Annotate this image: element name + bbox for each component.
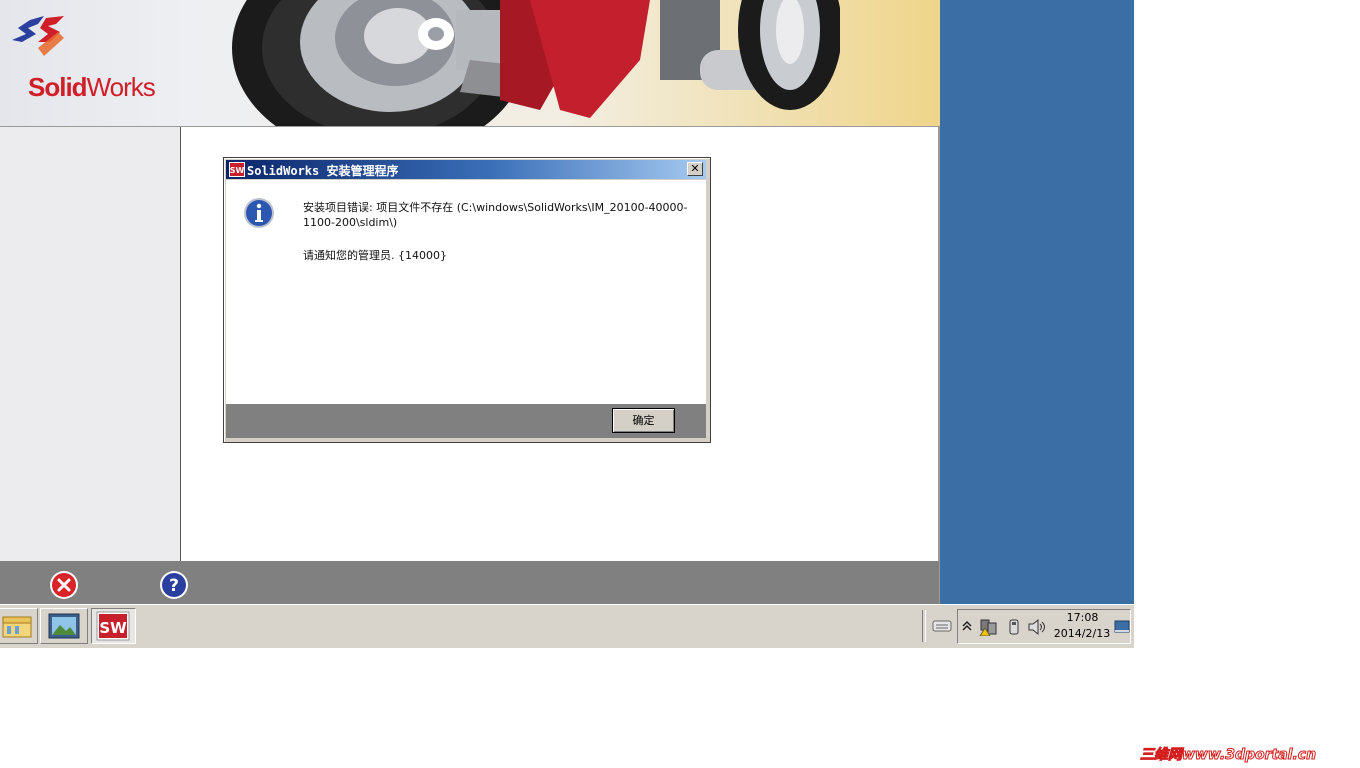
dialog-body: 安装项目错误: 项目文件不存在 (C:\windows\SolidWorks\I… (226, 180, 706, 404)
cancel-x-icon[interactable] (49, 570, 79, 600)
dialog-message: 安装项目错误: 项目文件不存在 (C:\windows\SolidWorks\I… (303, 201, 688, 229)
installer-bottom-bar: ? (0, 561, 939, 604)
dialog-footer: 确定 (226, 404, 706, 438)
show-desktop-icon[interactable] (1114, 620, 1130, 634)
solidworks-icon: SW (96, 611, 130, 641)
ok-button[interactable]: 确定 (612, 408, 675, 433)
keyboard-icon[interactable] (932, 618, 952, 634)
dialog-title-bar[interactable]: SW SolidWorks 安装管理程序 ✕ (226, 160, 706, 179)
taskbar-picture-button[interactable] (40, 608, 88, 644)
svg-text:SW: SW (99, 619, 127, 637)
dialog-close-button[interactable]: ✕ (687, 162, 703, 176)
explorer-icon (2, 616, 32, 638)
motorcycle-illustration (232, 0, 840, 126)
error-dialog: SW SolidWorks 安装管理程序 ✕ 安装项目错误: 项目文件不存在 (… (223, 157, 711, 443)
volume-icon[interactable] (1027, 618, 1047, 636)
watermark: 三维网www.3dportal.cn (1140, 747, 1317, 764)
dialog-message-note: 请通知您的管理员. {14000} (303, 249, 447, 262)
usb-icon[interactable] (1007, 618, 1021, 636)
picture-viewer-icon (48, 613, 80, 639)
taskbar-solidworks-button[interactable]: SW (91, 608, 136, 644)
navigation-pane (0, 127, 181, 561)
svg-text:?: ? (169, 576, 179, 596)
installer-banner: SolidWorks (0, 0, 940, 126)
taskbar-separator (922, 610, 926, 642)
taskbar: SW (0, 604, 1134, 648)
solidworks-app-icon: SW (229, 162, 245, 177)
clock-time[interactable]: 17:08 (1055, 611, 1110, 624)
help-question-icon[interactable]: ? (159, 570, 189, 600)
solidworks-wordmark: SolidWorks (28, 72, 156, 102)
info-icon (244, 198, 274, 228)
taskbar-explorer-button[interactable] (0, 608, 38, 644)
desktop-background (940, 0, 1134, 604)
show-hidden-icons-chevron[interactable] (962, 620, 972, 632)
network-warning-icon[interactable] (979, 618, 999, 636)
dialog-title: SolidWorks 安装管理程序 (247, 164, 399, 178)
svg-text:SW: SW (230, 166, 245, 175)
clock-date[interactable]: 2014/2/13 (1050, 627, 1114, 640)
